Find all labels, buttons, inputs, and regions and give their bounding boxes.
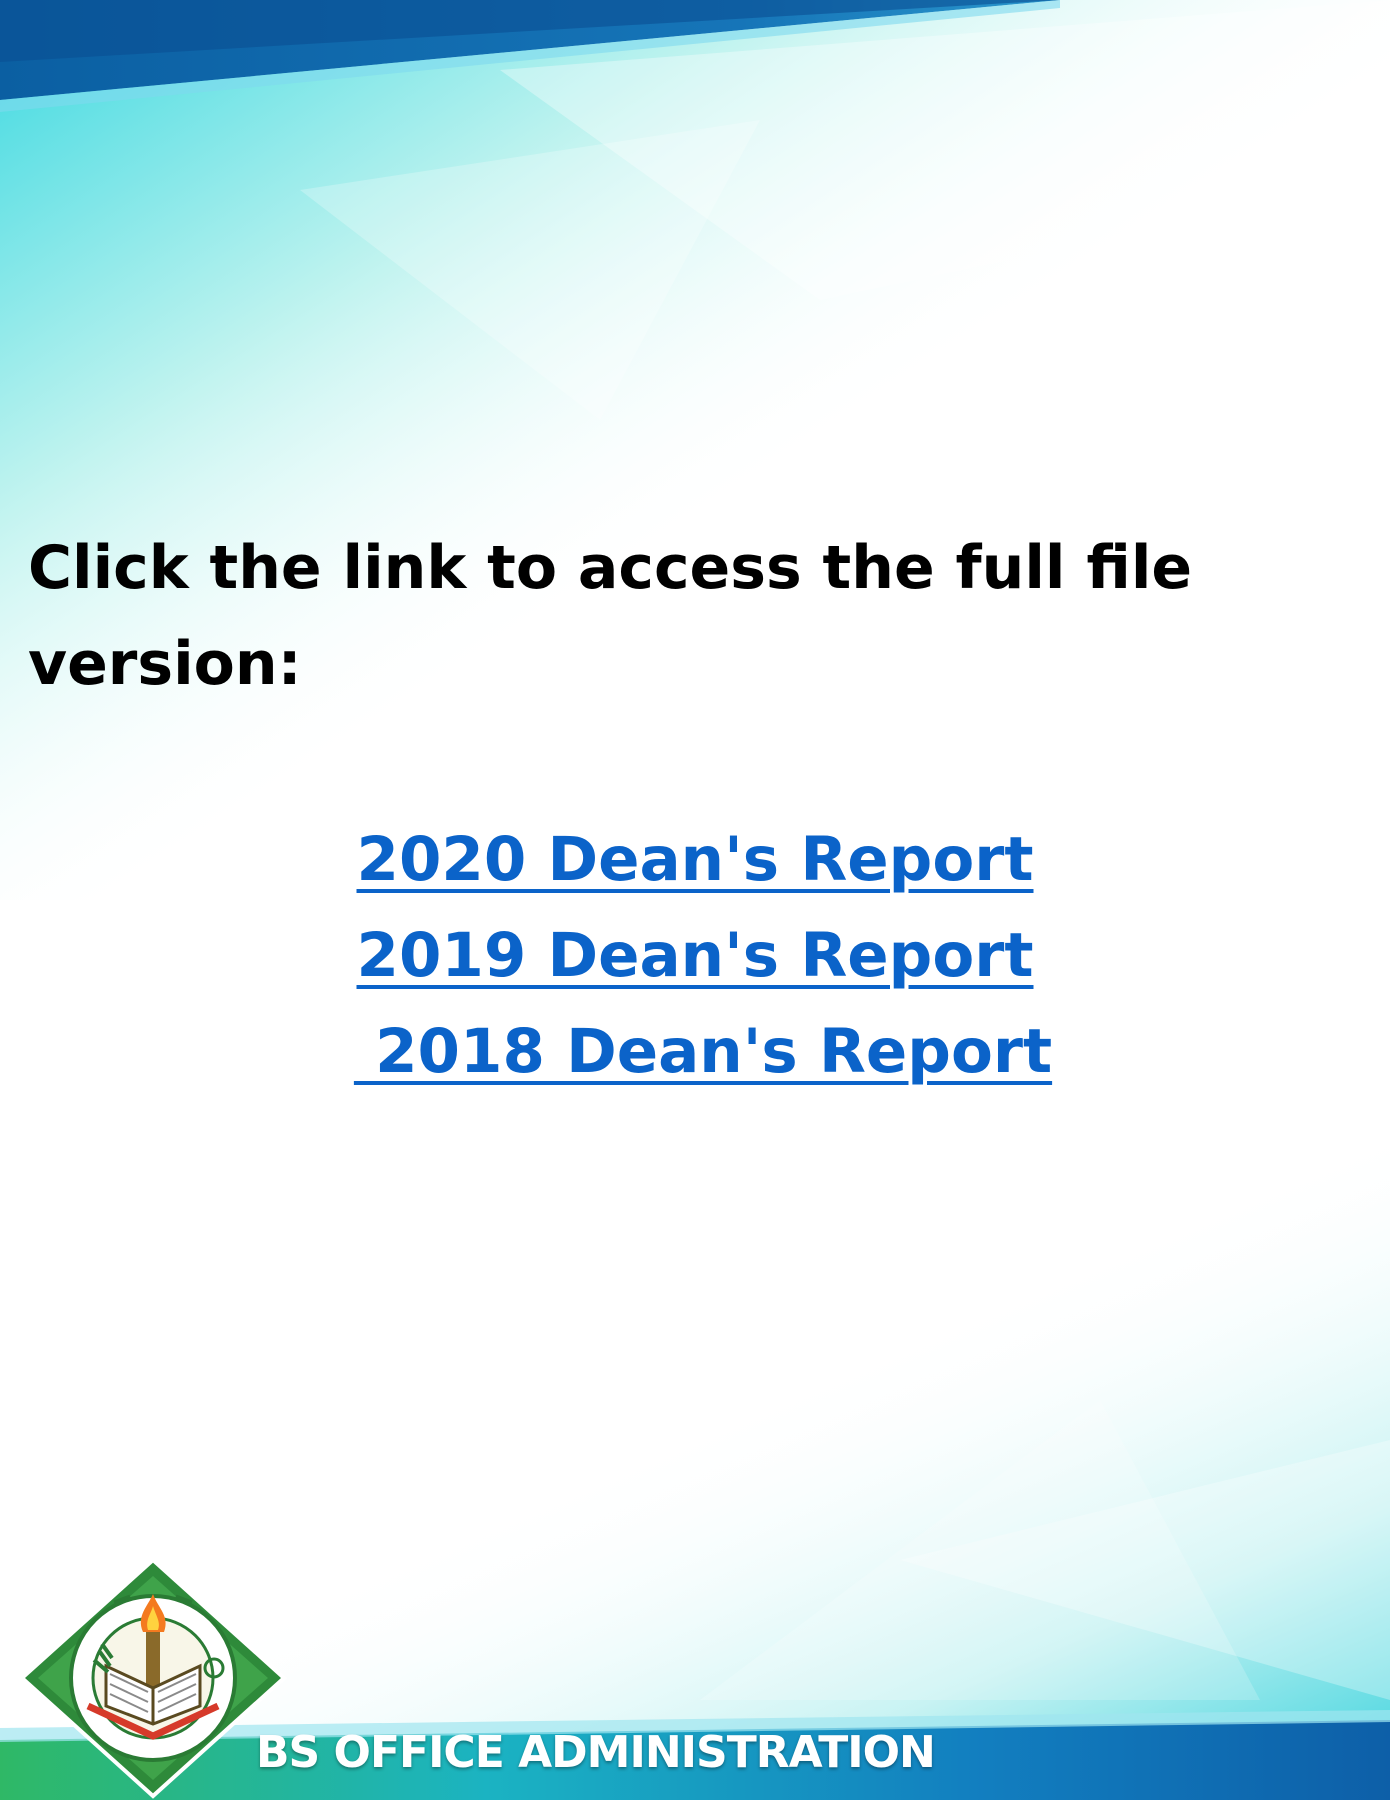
report-link-2020[interactable]: 2020 Dean's Report (357, 812, 1034, 908)
document-page: Click the link to access the full file v… (0, 0, 1390, 1800)
report-link-list: 2020 Dean's Report 2019 Dean's Report 20… (0, 812, 1390, 1100)
university-seal-icon (19, 1557, 287, 1799)
report-link-2018[interactable]: 2018 Dean's Report (354, 1004, 1052, 1100)
report-link-2019[interactable]: 2019 Dean's Report (357, 908, 1034, 1004)
instruction-text: Click the link to access the full file v… (28, 533, 1193, 699)
footer-title: BS OFFICE ADMINISTRATION (256, 1727, 936, 1778)
